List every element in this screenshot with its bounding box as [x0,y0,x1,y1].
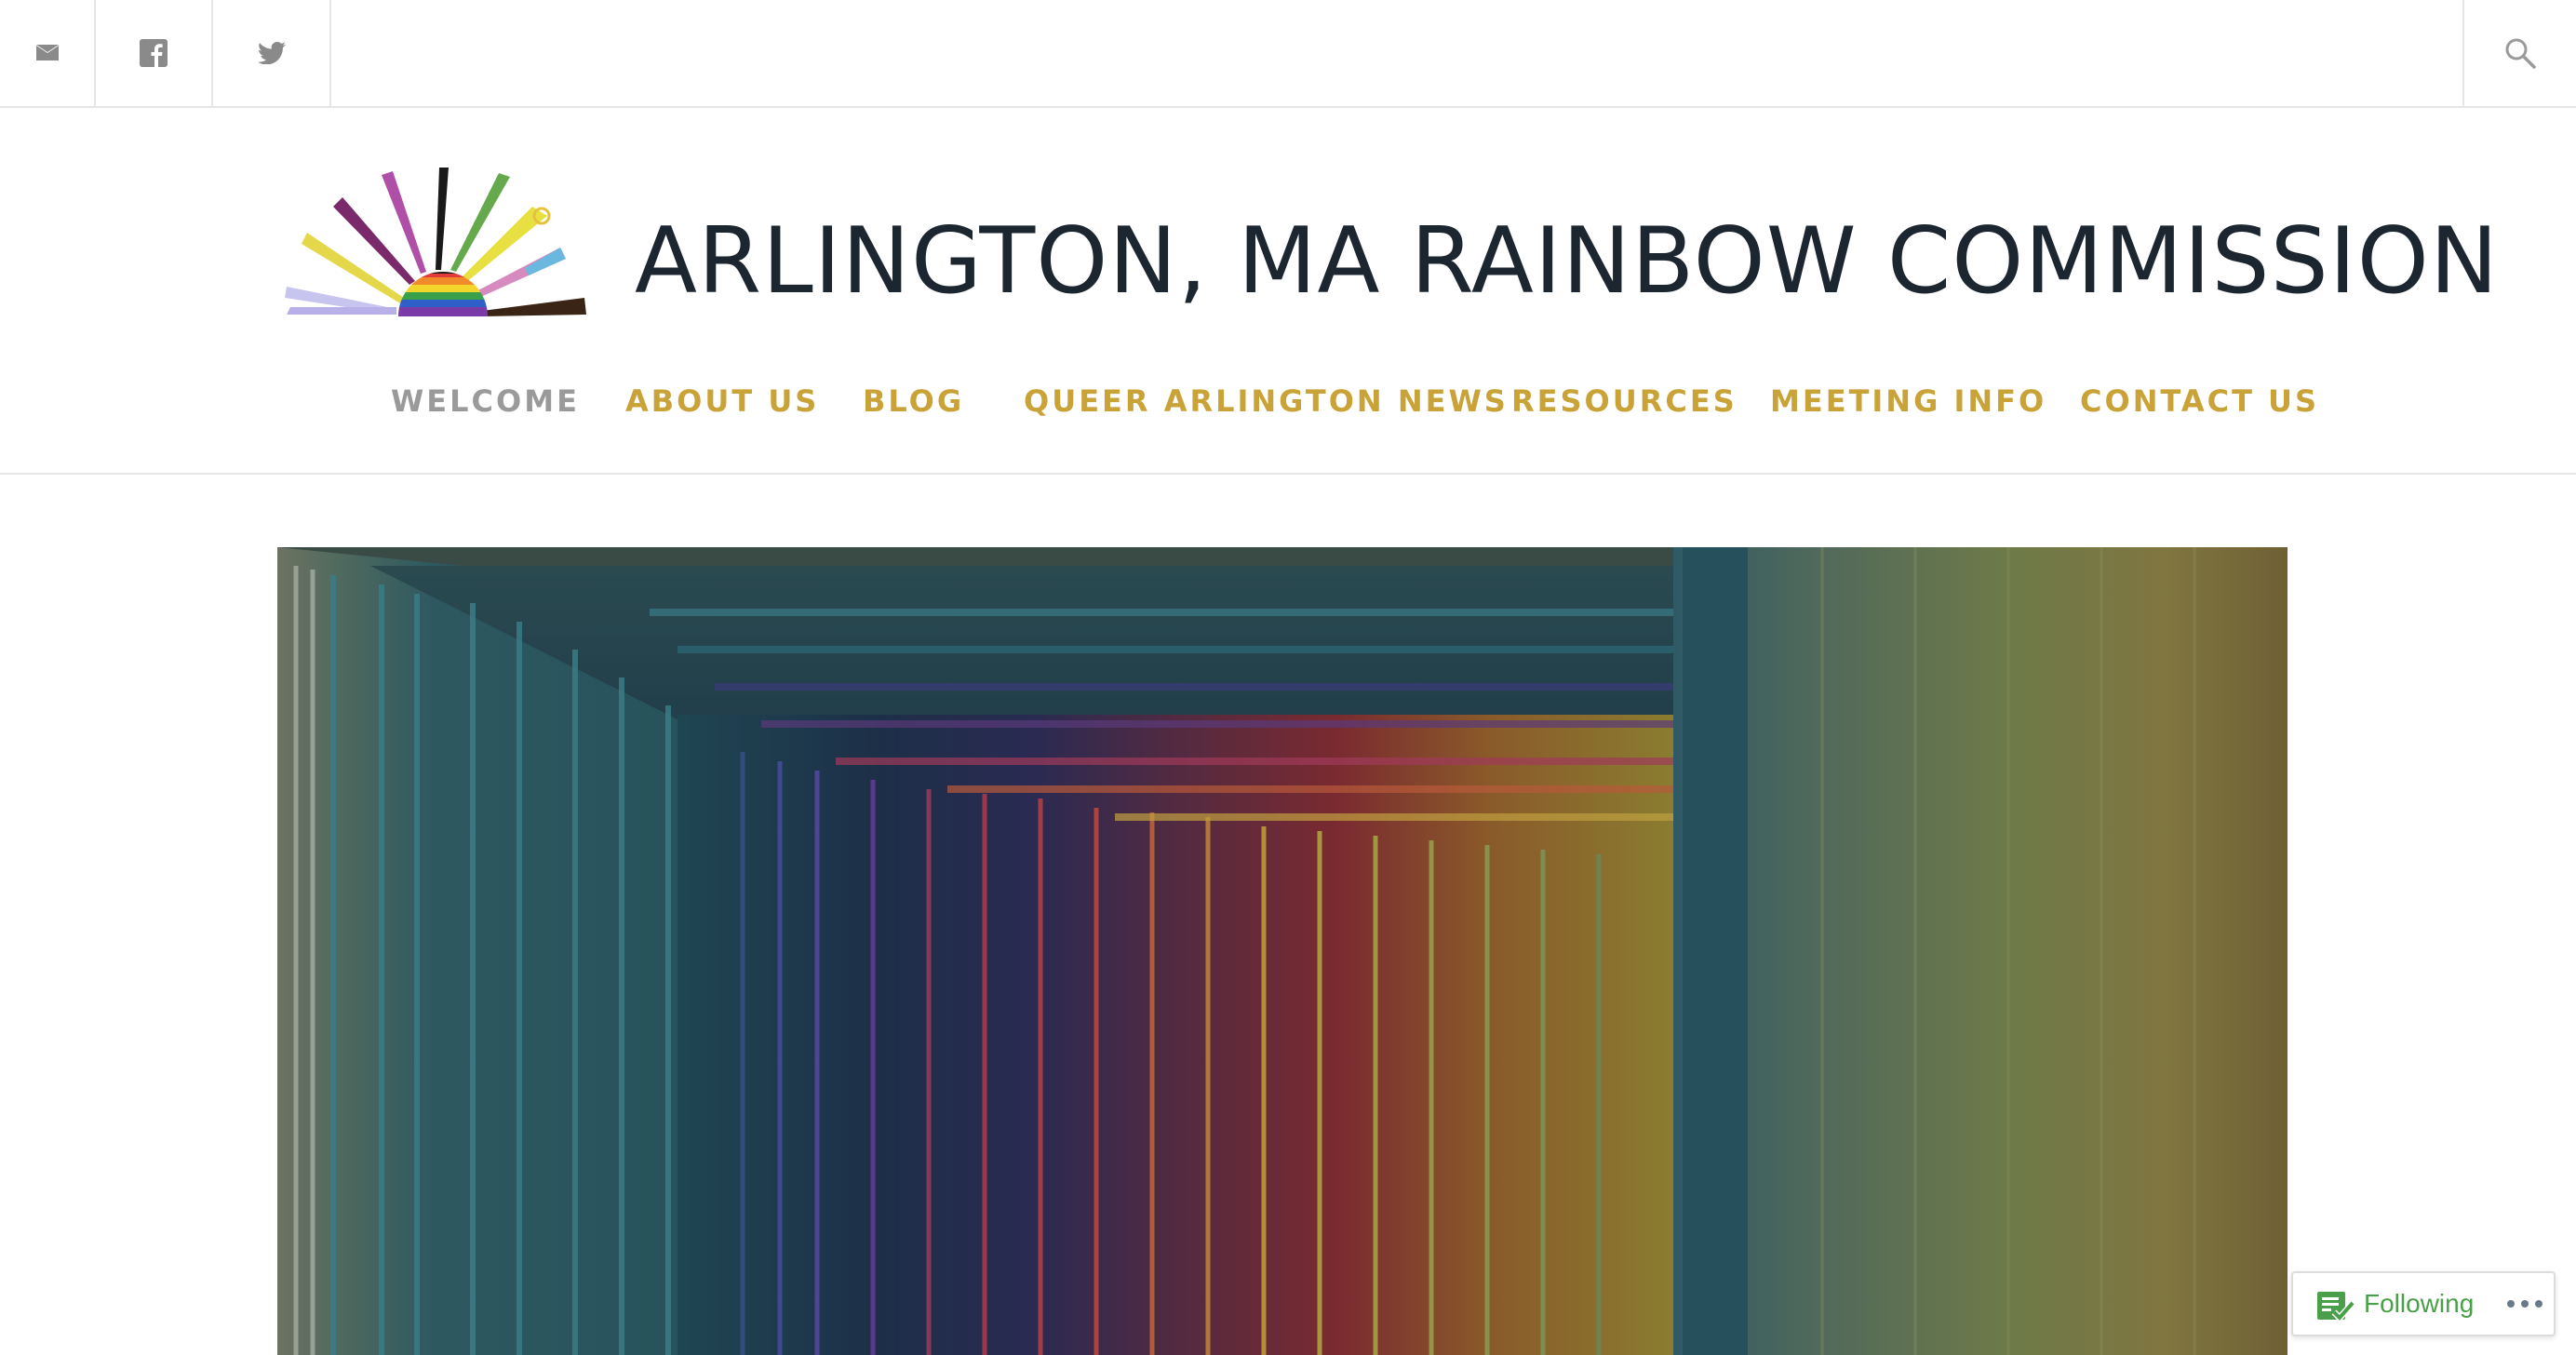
following-label: Following [2364,1289,2475,1318]
envelope-icon [35,45,59,60]
search-button[interactable] [2462,0,2576,106]
nav-resources[interactable]: RESOURCES [1511,359,1737,443]
email-link[interactable] [0,0,96,106]
more-options-icon[interactable] [2503,1273,2546,1335]
site-logo[interactable] [285,168,586,322]
search-icon [2505,38,2536,69]
following-check-icon [2317,1292,2355,1323]
nav-welcome[interactable]: WELCOME [391,359,580,443]
rainbow-sunburst-logo [285,168,586,316]
main-navigation: WELCOME ABOUT US BLOG QUEER ARLINGTON NE… [0,359,2576,443]
site-header: ARLINGTON, MA RAINBOW COMMISSION WELCOME… [0,108,2576,475]
social-bar [0,0,2576,108]
nav-about-us[interactable]: ABOUT US [625,359,819,443]
nav-blog[interactable]: BLOG [863,359,964,443]
hero-image [277,547,2288,1355]
facebook-icon [140,39,168,67]
facebook-link[interactable] [96,0,213,106]
rainbow-tunnel-image [277,547,2288,1355]
nav-queer-arlington-news[interactable]: QUEER ARLINGTON NEWS [1024,359,1509,443]
nav-meeting-info[interactable]: MEETING INFO [1770,359,2046,443]
twitter-icon [257,42,286,64]
twitter-link[interactable] [213,0,331,106]
site-title[interactable]: ARLINGTON, MA RAINBOW COMMISSION [635,210,2499,313]
nav-contact-us[interactable]: CONTACT US [2080,359,2319,443]
following-button[interactable]: Following [2291,1271,2556,1336]
